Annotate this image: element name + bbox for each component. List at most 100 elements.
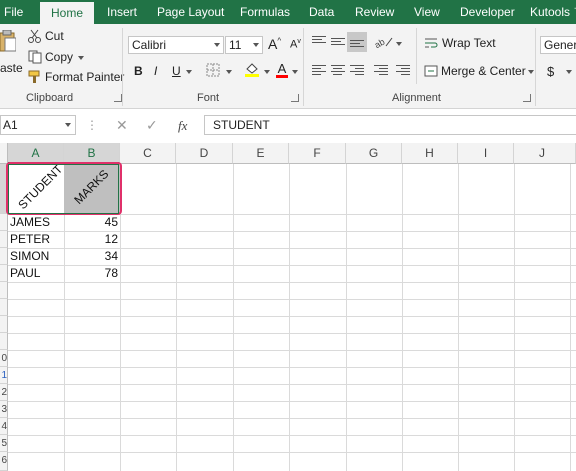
column-header-d[interactable]: D <box>176 143 233 164</box>
borders-icon[interactable] <box>206 63 220 80</box>
row-header[interactable] <box>0 333 8 350</box>
merge-center-button[interactable]: Merge & Center <box>441 64 526 78</box>
cell-mark[interactable]: 12 <box>64 231 118 248</box>
tab-home[interactable]: Home <box>40 2 94 24</box>
cell-name[interactable]: SIMON <box>10 248 49 265</box>
format-painter-icon[interactable] <box>28 70 42 87</box>
column-header-b[interactable]: B <box>64 143 120 164</box>
italic-button[interactable]: I <box>154 64 157 78</box>
cell-mark[interactable]: 34 <box>64 248 118 265</box>
top-align-icon[interactable] <box>312 36 326 45</box>
formula-input[interactable]: STUDENT <box>204 115 576 135</box>
tab-data[interactable]: Data <box>309 0 334 24</box>
gridline <box>346 164 347 471</box>
row-header[interactable] <box>0 299 8 316</box>
underline-dropdown-arrow-icon[interactable] <box>186 70 192 74</box>
confirm-entry-icon[interactable]: ✓ <box>146 117 158 134</box>
group-separator <box>122 28 123 106</box>
merge-center-icon[interactable] <box>424 64 438 81</box>
tab-view[interactable]: View <box>414 0 440 24</box>
bold-button[interactable]: B <box>134 64 143 78</box>
orientation-dropdown-arrow-icon[interactable] <box>396 42 402 46</box>
bottom-align-button[interactable] <box>347 32 367 52</box>
row-header[interactable] <box>0 231 8 248</box>
row-header[interactable] <box>0 214 8 231</box>
more-dots-icon[interactable]: ⋮ <box>86 118 98 132</box>
grow-font-button[interactable]: A^ <box>268 36 281 52</box>
worksheet-grid[interactable]: A B C D E F G H I J 0 1 2 3 4 5 6 STUDEN… <box>0 143 576 471</box>
bottom-align-icon <box>350 40 364 49</box>
middle-align-icon[interactable] <box>331 38 345 47</box>
wrap-text-icon[interactable] <box>424 36 438 53</box>
align-right-icon[interactable] <box>350 65 364 77</box>
underline-button[interactable]: U <box>172 64 181 78</box>
name-box[interactable]: A1 <box>0 115 76 135</box>
row-header[interactable] <box>0 282 8 299</box>
select-all-corner[interactable] <box>0 143 8 164</box>
tab-formulas[interactable]: Formulas <box>240 0 290 24</box>
tab-review[interactable]: Review <box>355 0 394 24</box>
align-left-icon[interactable] <box>312 65 326 77</box>
cancel-entry-icon[interactable]: ✕ <box>116 117 128 134</box>
column-header-e[interactable]: E <box>233 143 289 164</box>
orientation-icon[interactable]: ab <box>373 34 394 51</box>
accounting-dropdown-arrow-icon[interactable] <box>566 70 572 74</box>
column-header-c[interactable]: C <box>120 143 176 164</box>
font-color-dropdown-arrow-icon[interactable] <box>292 70 298 74</box>
row-header[interactable]: 4 <box>0 418 8 435</box>
tab-kutools[interactable]: Kutools ™ <box>530 0 576 24</box>
borders-dropdown-arrow-icon[interactable] <box>226 70 232 74</box>
font-color-button[interactable]: A <box>276 61 288 78</box>
row-header[interactable]: 6 <box>0 452 8 471</box>
column-header-h[interactable]: H <box>402 143 458 164</box>
tab-page-layout[interactable]: Page Layout <box>157 0 224 24</box>
gridline <box>8 384 576 385</box>
cell-name[interactable]: JAMES <box>10 214 50 231</box>
wrap-text-button[interactable]: Wrap Text <box>442 36 496 50</box>
tab-developer[interactable]: Developer <box>460 0 515 24</box>
column-header-g[interactable]: G <box>346 143 402 164</box>
fill-color-dropdown-arrow-icon[interactable] <box>264 70 270 74</box>
tab-insert[interactable]: Insert <box>107 0 137 24</box>
cell-mark[interactable]: 78 <box>64 265 118 282</box>
cell-mark[interactable]: 45 <box>64 214 118 231</box>
font-size-combo[interactable]: 11 <box>225 36 263 54</box>
scissors-icon[interactable] <box>28 29 42 46</box>
gridline <box>8 333 576 334</box>
copy-icon[interactable] <box>28 50 42 67</box>
cut-button[interactable]: Cut <box>45 29 64 43</box>
paste-button-label[interactable]: aste <box>0 61 23 75</box>
row-header[interactable] <box>0 265 8 282</box>
column-header-j[interactable]: J <box>514 143 576 164</box>
shrink-font-button[interactable]: Av <box>290 38 301 51</box>
row-header[interactable]: 1 <box>0 367 8 384</box>
row-header[interactable]: 3 <box>0 401 8 418</box>
ribbon-tab-bar: File Home Insert Page Layout Formulas Da… <box>0 0 576 24</box>
alignment-dialog-launcher-icon[interactable] <box>523 94 531 102</box>
row-header[interactable]: 2 <box>0 384 8 401</box>
decrease-indent-icon[interactable] <box>374 65 388 77</box>
cell-name[interactable]: PETER <box>10 231 50 248</box>
column-header-i[interactable]: I <box>458 143 514 164</box>
number-format-combo[interactable]: Genera <box>540 36 576 54</box>
copy-button[interactable]: Copy <box>45 50 73 64</box>
font-name-combo[interactable]: Calibri <box>128 36 224 54</box>
tab-file[interactable]: File <box>4 0 23 24</box>
copy-dropdown-arrow-icon[interactable] <box>78 56 84 60</box>
clipboard-dialog-launcher-icon[interactable] <box>114 94 122 102</box>
row-header[interactable] <box>0 248 8 265</box>
paste-icon[interactable] <box>0 29 17 52</box>
row-header[interactable]: 0 <box>0 350 8 367</box>
column-header-f[interactable]: F <box>289 143 346 164</box>
cell-name[interactable]: PAUL <box>10 265 40 282</box>
merge-dropdown-arrow-icon[interactable] <box>528 70 534 74</box>
accounting-format-button[interactable]: $ <box>547 64 554 79</box>
center-icon[interactable] <box>331 65 345 77</box>
format-painter-button[interactable]: Format Painter <box>45 70 124 84</box>
row-header[interactable] <box>0 316 8 333</box>
increase-indent-icon[interactable] <box>396 65 410 77</box>
insert-function-icon[interactable]: fx <box>178 118 187 134</box>
font-dialog-launcher-icon[interactable] <box>291 94 299 102</box>
fill-color-icon[interactable] <box>244 61 260 80</box>
row-header[interactable]: 5 <box>0 435 8 452</box>
